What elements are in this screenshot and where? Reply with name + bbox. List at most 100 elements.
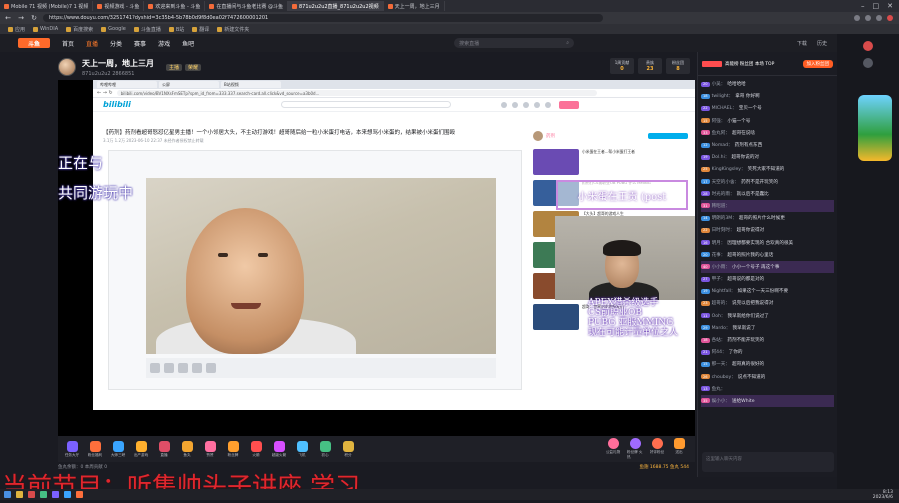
chat-username[interactable]: 阿44： [712,349,727,355]
browser-tab[interactable]: Mobile 71 视频 (Mobile)7 1 视频 [0,1,94,11]
chat-message[interactable]: 27 甲子： 超哥说的都是对的 [701,273,834,285]
rail-bell-icon[interactable] [863,58,873,68]
vip-tab[interactable] [702,60,722,67]
douyu-logo[interactable]: 斗鱼 [18,38,50,48]
taskbar-app-icon[interactable] [52,491,59,498]
gift-item[interactable]: 鱼丸 [179,440,195,458]
taskbar-app-icon[interactable] [64,491,71,498]
gift-item[interactable]: 直播 [156,440,172,458]
chat-message[interactable]: 20 小吴： 哈哈哈哈 [701,78,834,90]
chat-message[interactable]: 15 阿强： 小猫一个号 [701,115,834,127]
chat-username[interactable]: 日时刻时： [712,227,735,233]
url-input[interactable]: https://www.douyu.com/3251741?dyshid=3c3… [43,14,603,22]
extension-icon[interactable] [876,15,882,21]
gift-item[interactable]: 公益礼物 [605,438,621,460]
chat-message[interactable]: 40 小小雨： 小小一个号子 再这个事 [701,260,834,273]
chat-message[interactable]: 35 娱小小： 送给White [701,394,834,408]
chat-username[interactable]: 甲子： [712,276,726,282]
gift-item[interactable]: 飞机 [294,440,310,458]
browser-tab[interactable]: 天上一周，地上三月 [384,1,445,11]
promo-banner[interactable] [858,95,892,161]
gift-item[interactable]: 大师三峡 [110,440,126,458]
chat-message[interactable]: 28 时光的雨： 就以后不是蠢比 [701,188,834,200]
room-host[interactable]: 871u2u2u2 2866851 [82,71,154,77]
chat-username[interactable]: KingKingsley： [712,166,746,172]
bookmark[interactable]: 应用 [8,26,25,33]
chat-username[interactable]: Dol.hi： [712,154,730,160]
chat-username[interactable]: Nomad： [712,142,733,148]
chat-username[interactable]: 鱼丸： [712,386,726,392]
nav-fishbar[interactable]: 鱼吧 [182,39,194,48]
bookmark[interactable]: 翻译 [192,26,209,33]
minimize-icon[interactable]: – [861,2,865,10]
gift-item[interactable]: 超级火箭 [271,440,287,458]
gift-item[interactable]: 积分 [340,440,356,458]
back-icon[interactable]: ← [4,14,12,22]
nav-events[interactable]: 赛事 [134,39,146,48]
search-input[interactable]: 搜索直播 ⌕ [454,38,575,48]
avatar[interactable] [58,58,76,76]
chat-message[interactable]: 14 明朗的3M： 超哥的照片什么时候更 [701,212,834,224]
chat-message[interactable]: 25 KingKingsley： 笑死大家不知道的 [701,163,834,175]
chat-message[interactable]: 22 日时刻时： 超哥你说得对 [701,224,834,236]
bookmark[interactable]: B站 [168,26,184,33]
taskbar-app-icon[interactable] [16,491,23,498]
chat-message[interactable]: 18 各站： 药剂不能开玩笑的 [701,334,834,346]
chat-message[interactable]: 15 那一天： 超哥真的很好的 [701,358,834,370]
start-icon[interactable] [4,491,11,498]
history-link[interactable]: 历史 [817,40,827,47]
bookmark-folder[interactable]: 新建文件夹 [217,26,249,33]
chat-username[interactable]: 明朗的3M： [712,215,737,221]
bookmark[interactable]: Google [101,26,126,32]
chat-username[interactable]: 超哥的： [712,300,730,306]
browser-tab-active[interactable]: 871u2u2u2直播_871u2u2u2视频 [287,1,384,11]
taskbar-app-icon[interactable] [28,491,35,498]
chat-username[interactable]: twilight： [712,93,734,99]
bookmark[interactable]: WinDIA [33,26,58,32]
chat-input[interactable]: 这里输入聊天内容 [702,452,834,472]
chat-message[interactable]: 11 Ooh： 我早就给你们说过了 [701,310,834,322]
nav-games[interactable]: 游戏 [158,39,170,48]
gift-item[interactable]: 好评粉丝 [649,438,665,460]
nav-home[interactable]: 首页 [62,39,74,48]
nav-category[interactable]: 分类 [110,39,122,48]
chat-username[interactable]: 各站： [712,337,726,343]
chat-username[interactable]: 小小雨： [712,264,730,270]
browser-tab[interactable]: 在直播间与斗鱼老比赛 @斗鱼 [205,1,288,11]
gift-item[interactable]: 初心 [317,440,333,458]
chat-username[interactable]: 娱小小： [712,398,730,404]
stat-fans[interactable]: 粉丝团 8 [666,58,690,74]
close-icon[interactable]: ✕ [887,2,893,10]
extension-icon[interactable] [865,15,871,21]
chat-username[interactable]: 阿强： [712,118,726,124]
taskbar-app-icon[interactable] [40,491,47,498]
join-fanclub-button[interactable]: 加入粉丝团 [802,59,833,68]
bookmark[interactable]: 斗鱼直播 [133,26,161,33]
gift-item[interactable]: 粉丝牌 火热 [627,438,643,460]
gift-item[interactable]: 火箭 [248,440,264,458]
chat-message[interactable]: 26 chouboy： 说点不知道的 [701,371,834,383]
gift-item[interactable]: 粉丝牌 [225,440,241,458]
taskbar-app-icon[interactable] [76,491,83,498]
chat-message[interactable]: 19 Dol.hi： 超哥你说的对 [701,151,834,163]
download-link[interactable]: 下载 [797,40,807,47]
maximize-icon[interactable]: □ [873,2,880,10]
gift-item[interactable]: 任务大厅 [64,440,80,458]
chat-username[interactable]: 花事： [712,252,726,258]
stat-weekly[interactable]: 1周贡献 0 [610,58,634,74]
chat-message[interactable]: 33 鱼丸阿： 超哥在说啥 [701,127,834,139]
clock[interactable]: 8:13 2023/6/6 [873,490,899,500]
chat-message[interactable]: 20 花事： 超哥的照片我的心里话 [701,249,834,261]
stat-noble[interactable]: 贵族 23 [638,58,662,74]
profile-icon[interactable] [887,15,893,21]
chat-message[interactable]: 18 twilight： 拿哥 你好啊 [701,90,834,102]
nav-live[interactable]: 直播 [86,39,98,48]
chat-username[interactable]: Mardo： [712,325,731,331]
gift-item[interactable]: 赞赞 [202,440,218,458]
rail-avatar-icon[interactable] [863,41,873,51]
chat-message[interactable]: 16 明月： 因理想都要实现的 合欢真的很美 [701,236,834,248]
chat-message[interactable]: 23 超哥的： 说完以后把我说得对 [701,297,834,309]
chat-username[interactable]: MICHAEL： [712,105,737,111]
gift-item[interactable]: 出产游戏 [133,440,149,458]
chat-message[interactable]: 22 MICHAEL： 宝贝一个号 [701,102,834,114]
